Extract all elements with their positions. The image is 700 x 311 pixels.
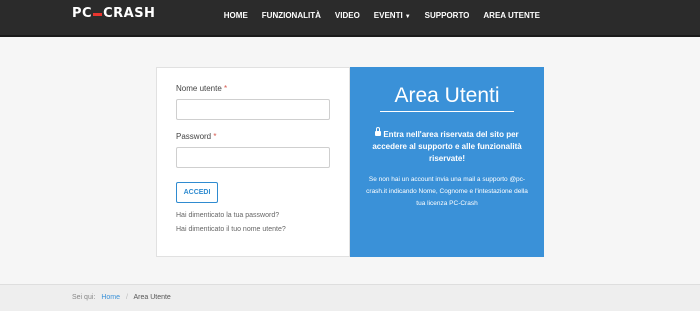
nav-item-supporto[interactable]: SUPPORTO xyxy=(425,11,470,20)
top-navbar: PC CRASH HOME FUNZIONALITÀ VIDEO EVENTI ▼… xyxy=(0,0,700,37)
user-area-info-panel: Area Utenti Entra nell'area riservata de… xyxy=(350,67,544,257)
nav-item-eventi-label: EVENTI xyxy=(373,11,403,20)
nav-item-area-utente[interactable]: AREA UTENTE xyxy=(483,11,540,20)
nav-item-video[interactable]: VIDEO xyxy=(335,11,360,20)
main-content: Nome utente * Password * ACCEDI Hai dime… xyxy=(0,37,700,284)
login-form: Nome utente * Password * ACCEDI Hai dime… xyxy=(156,67,350,257)
logo-text-right: CRASH xyxy=(103,5,156,21)
required-mark: * xyxy=(213,132,217,141)
nav-item-home[interactable]: HOME xyxy=(224,11,248,20)
breadcrumb-prefix: Sei qui: xyxy=(72,294,96,301)
logo-text-left: PC xyxy=(72,5,93,21)
logo-dash xyxy=(93,12,103,16)
username-input[interactable] xyxy=(176,99,330,120)
required-mark: * xyxy=(224,84,228,93)
panel-intro: Entra nell'area riservata del sito per a… xyxy=(368,127,526,165)
panel-account-info: Se non hai un account invia una mail a s… xyxy=(366,176,528,207)
password-label-text: Password xyxy=(176,132,212,141)
forgot-username-link[interactable]: Hai dimenticato il tuo nome utente? xyxy=(176,226,286,233)
nav-item-funzionalita[interactable]: FUNZIONALITÀ xyxy=(262,11,321,20)
breadcrumb-separator: / xyxy=(125,294,128,301)
chevron-down-icon: ▼ xyxy=(404,14,411,20)
breadcrumb-trail: Sei qui: Home / Area Utente xyxy=(72,294,171,301)
nav-item-eventi[interactable]: EVENTI ▼ xyxy=(374,11,411,20)
password-label: Password * xyxy=(176,132,216,141)
lock-icon xyxy=(375,127,382,136)
panel-title: Area Utenti xyxy=(394,84,500,107)
username-label: Nome utente * xyxy=(176,84,227,93)
username-label-text: Nome utente xyxy=(176,84,222,93)
title-divider xyxy=(380,111,514,112)
breadcrumb: Sei qui: Home / Area Utente xyxy=(0,284,700,311)
breadcrumb-home-link[interactable]: Home xyxy=(101,294,120,301)
forgot-password-link[interactable]: Hai dimenticato la tua password? xyxy=(176,212,279,219)
main-menu: HOME FUNZIONALITÀ VIDEO EVENTI ▼ SUPPORTO… xyxy=(224,11,700,20)
password-input[interactable] xyxy=(176,147,330,168)
breadcrumb-current: Area Utente xyxy=(133,294,171,301)
panel-intro-text: Entra nell'area riservata del sito per a… xyxy=(372,130,522,163)
login-button[interactable]: ACCEDI xyxy=(176,182,218,203)
pc-crash-logo[interactable]: PC CRASH xyxy=(72,4,155,22)
